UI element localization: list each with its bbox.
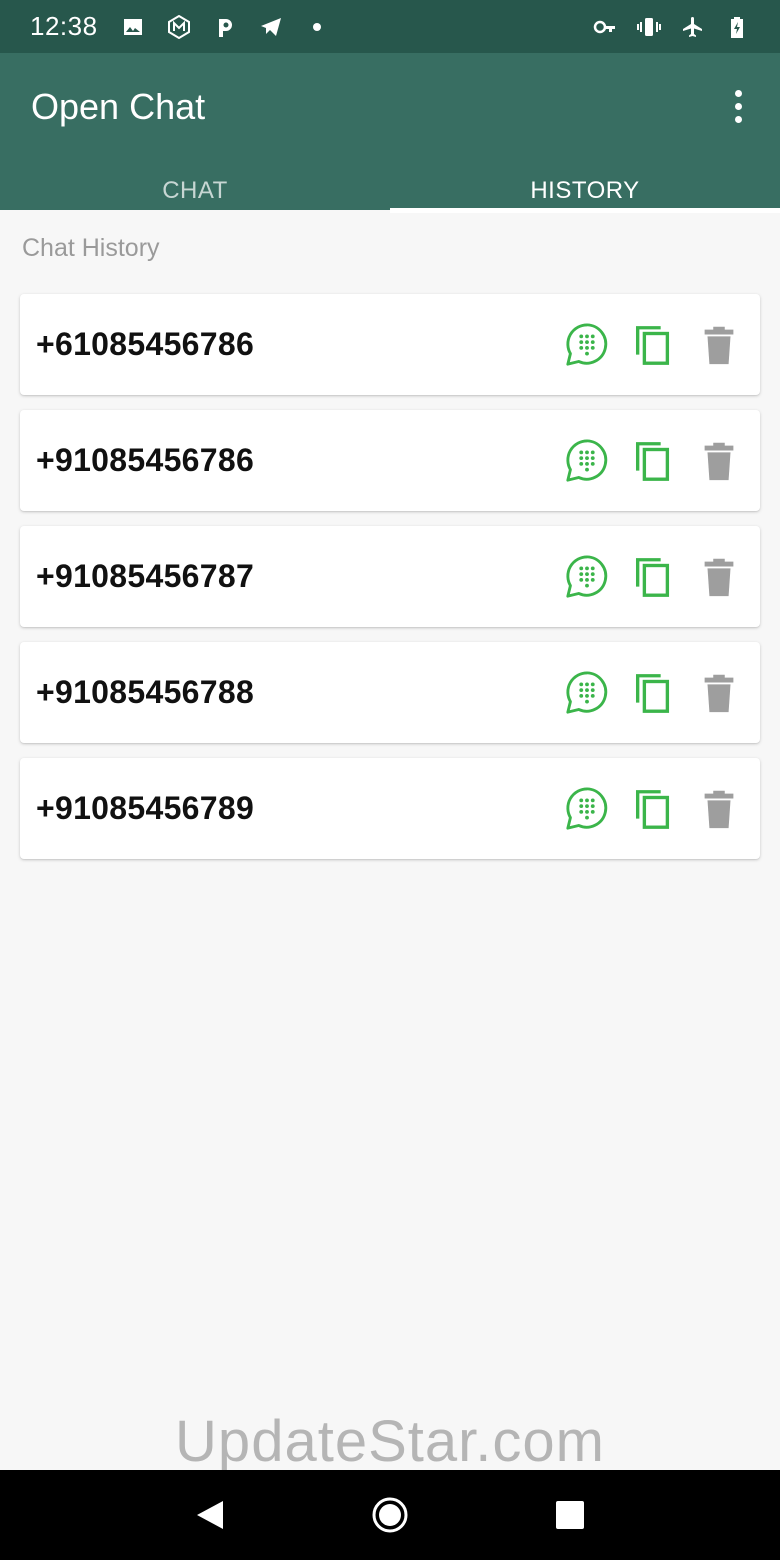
vibrate-icon [636, 14, 662, 40]
trash-icon[interactable] [696, 670, 742, 716]
tab-indicator [390, 208, 780, 213]
copy-icon[interactable] [630, 670, 676, 716]
item-actions [564, 438, 742, 484]
notification-icons [120, 14, 330, 40]
list-item: +91085456789 [20, 758, 760, 859]
trash-icon[interactable] [696, 322, 742, 368]
battery-charging-icon [724, 14, 750, 40]
whatsapp-chat-icon[interactable] [564, 786, 610, 832]
list-item: +91085456786 [20, 410, 760, 511]
section-label: Chat History [22, 234, 160, 262]
copy-icon[interactable] [630, 438, 676, 484]
home-icon[interactable] [360, 1485, 420, 1545]
list-item: +61085456786 [20, 294, 760, 395]
system-nav-bar [0, 1470, 780, 1560]
phone-number[interactable]: +91085456786 [36, 442, 254, 479]
list-item: +91085456788 [20, 642, 760, 743]
whatsapp-chat-icon[interactable] [564, 322, 610, 368]
phone-number[interactable]: +91085456789 [36, 790, 254, 827]
copy-icon[interactable] [630, 554, 676, 600]
trash-icon[interactable] [696, 554, 742, 600]
trash-icon[interactable] [696, 438, 742, 484]
recents-icon[interactable] [540, 1485, 600, 1545]
phone-number[interactable]: +91085456788 [36, 674, 254, 711]
status-bar: 12:38 [0, 0, 780, 53]
item-actions [564, 670, 742, 716]
whatsapp-chat-icon[interactable] [564, 670, 610, 716]
item-actions [564, 322, 742, 368]
copy-icon[interactable] [630, 322, 676, 368]
trash-icon[interactable] [696, 786, 742, 832]
image-icon [120, 14, 146, 40]
item-actions [564, 786, 742, 832]
app-title: Open Chat [31, 86, 206, 127]
whatsapp-chat-icon[interactable] [564, 438, 610, 484]
airplane-icon [680, 14, 706, 40]
history-list: +61085456786 +91085456786 +91085456787 +… [20, 294, 760, 874]
more-vert-icon[interactable] [718, 83, 758, 129]
tab-chat[interactable]: CHAT [0, 163, 390, 218]
m-badge-icon [166, 14, 192, 40]
system-icons [592, 14, 750, 40]
item-actions [564, 554, 742, 600]
copy-icon[interactable] [630, 786, 676, 832]
app-bar: Open Chat CHAT HISTORY [0, 53, 780, 213]
vpn-key-icon [592, 14, 618, 40]
phone-number[interactable]: +61085456786 [36, 326, 254, 363]
dot-icon [304, 14, 330, 40]
back-icon[interactable] [180, 1485, 240, 1545]
telegram-icon [258, 14, 284, 40]
list-item: +91085456787 [20, 526, 760, 627]
watermark: UpdateStar.com [175, 1409, 605, 1474]
whatsapp-chat-icon[interactable] [564, 554, 610, 600]
status-time: 12:38 [30, 11, 98, 41]
p-logo-icon [212, 14, 238, 40]
phone-number[interactable]: +91085456787 [36, 558, 254, 595]
